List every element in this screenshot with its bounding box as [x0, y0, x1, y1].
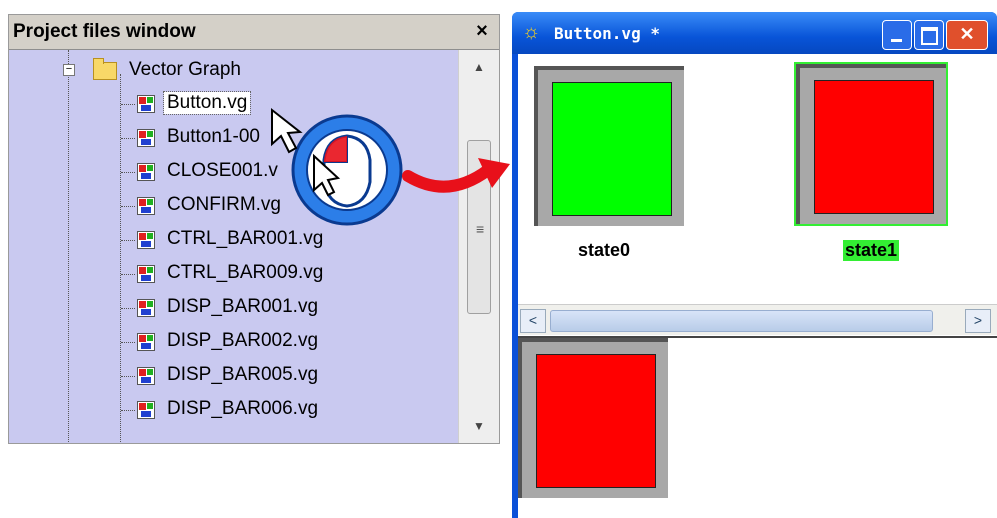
window-client-area: state0 state1 < > [518, 54, 997, 518]
tree-item-label: DISP_BAR002.vg [167, 330, 319, 351]
transfer-arrow-icon [402, 158, 510, 193]
tree-item-label: DISP_BAR005.vg [167, 364, 319, 385]
vector-file-icon [137, 401, 155, 419]
vector-file-icon [137, 163, 155, 181]
scroll-left-arrow-icon[interactable]: < [520, 309, 546, 333]
tree-item[interactable]: CTRL_BAR009.vg [9, 259, 449, 289]
tree-item-label: Button1-00 [167, 126, 260, 147]
panel-title-bar: Project files window × [9, 15, 499, 50]
project-files-panel: Project files window × − Vector Graph Bu… [8, 14, 500, 444]
scroll-thumb[interactable] [550, 310, 933, 332]
tree-item[interactable]: DISP_BAR001.vg [9, 293, 449, 323]
panel-close-button[interactable]: × [471, 19, 493, 43]
vertical-scrollbar[interactable]: ▲ ≡ ▼ [458, 50, 499, 443]
state1-fill [814, 80, 934, 214]
mouse-circle-icon [291, 114, 403, 226]
tree-item-label: DISP_BAR006.vg [167, 398, 319, 419]
tree-item[interactable]: DISP_BAR006.vg [9, 395, 449, 425]
state1-label: state1 [843, 240, 900, 261]
window-title: Button.vg * [554, 24, 660, 43]
tree-folder-vector-graph[interactable]: − Vector Graph [9, 56, 449, 86]
editor-window: ☼ Button.vg * ✕ state0 state1 < > [512, 12, 997, 518]
vector-file-icon [137, 265, 155, 283]
panel-title: Project files window [13, 21, 196, 42]
vector-file-icon [137, 197, 155, 215]
tree-item-label: DISP_BAR001.vg [167, 296, 319, 317]
grip-icon: ≡ [476, 221, 485, 237]
gear-icon: ☼ [522, 21, 541, 43]
vector-file-icon [137, 367, 155, 385]
state0-fill [552, 82, 672, 216]
state-thumbnails: state0 state1 [518, 54, 997, 307]
tree-item-label: CTRL_BAR009.vg [167, 262, 324, 283]
vector-file-icon [137, 231, 155, 249]
state1-thumbnail[interactable] [794, 62, 948, 226]
preview-fill [536, 354, 656, 488]
scroll-right-arrow-icon[interactable]: > [965, 309, 991, 333]
folder-icon [93, 58, 117, 80]
tree-item-label: Button.vg [162, 91, 252, 115]
tree-item[interactable]: DISP_BAR002.vg [9, 327, 449, 357]
horizontal-scrollbar[interactable]: < > [518, 304, 997, 335]
close-button[interactable]: ✕ [946, 20, 988, 50]
collapse-icon[interactable]: − [63, 64, 75, 76]
state0-thumbnail[interactable] [534, 66, 684, 226]
window-title-bar[interactable]: ☼ Button.vg * ✕ [512, 12, 997, 54]
maximize-button[interactable] [914, 20, 944, 50]
vector-file-icon [137, 333, 155, 351]
minimize-button[interactable] [882, 20, 912, 50]
vector-file-icon [137, 129, 155, 147]
preview-button[interactable] [518, 338, 668, 498]
preview-canvas[interactable] [518, 336, 997, 518]
tree-item[interactable]: DISP_BAR005.vg [9, 361, 449, 391]
vector-file-icon [137, 299, 155, 317]
scroll-down-arrow-icon[interactable]: ▼ [459, 409, 499, 443]
vector-file-icon [137, 95, 155, 113]
state0-label: state0 [578, 240, 631, 260]
folder-label: Vector Graph [129, 59, 241, 80]
scroll-up-arrow-icon[interactable]: ▲ [459, 50, 499, 84]
